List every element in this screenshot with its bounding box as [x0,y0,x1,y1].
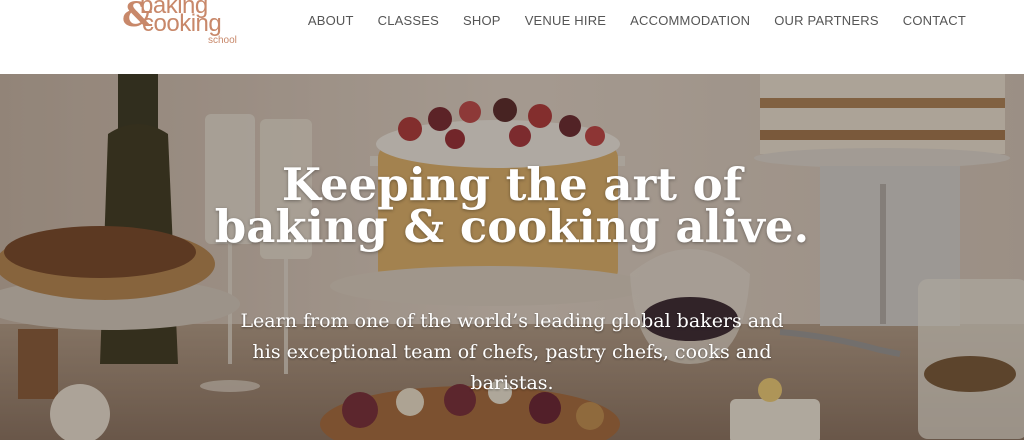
nav-item-venue-hire[interactable]: VENUE HIRE [513,12,618,30]
nav-item-contact[interactable]: CONTACT [891,12,978,30]
nav-item-our-partners[interactable]: OUR PARTNERS [762,12,891,30]
hero-subline: Learn from one of the world’s leading gl… [240,310,784,394]
main-nav: ABOUT CLASSES SHOP VENUE HIRE ACCOMMODAT… [296,12,978,30]
hero-banner: Keeping the art of baking & cooking aliv… [0,74,1024,440]
nav-item-accommodation[interactable]: ACCOMMODATION [618,12,762,30]
nav-item-about[interactable]: ABOUT [296,12,366,30]
brand-logo[interactable]: & baking cooking school [122,0,262,54]
site-header: & baking cooking school ABOUT CLASSES SH… [0,0,1024,74]
logo-word-cooking: cooking [142,10,222,37]
nav-item-shop[interactable]: SHOP [451,12,513,30]
nav-item-classes[interactable]: CLASSES [366,12,451,30]
hero-headline: Keeping the art of baking & cooking aliv… [214,158,810,253]
logo-word-school: school [208,35,237,46]
